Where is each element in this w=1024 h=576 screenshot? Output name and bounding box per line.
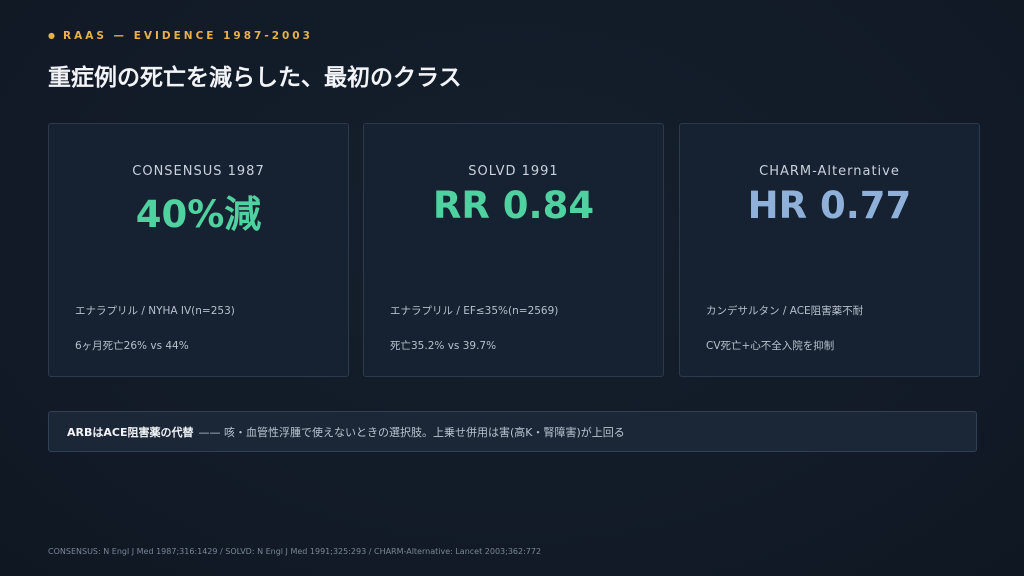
trial-result: CV死亡+心不全入院を抑制 <box>706 340 835 352</box>
slide: ● RAAS — EVIDENCE 1987-2003 重症例の死亡を減らした、最… <box>0 0 1024 576</box>
key-note: ARBはACE阻害薬の代替 —— 咳・血管性浮腫で使えないときの選択肢。上乗せ併用… <box>48 411 977 452</box>
trial-detail: カンデサルタン / ACE阻害薬不耐 <box>706 305 864 317</box>
references-footer: CONSENSUS: N Engl J Med 1987;316:1429 / … <box>48 547 542 556</box>
trial-name: CONSENSUS 1987 <box>132 164 265 179</box>
trial-metric: HR 0.77 <box>747 184 912 227</box>
key-note-heading: ARBはACE阻害薬の代替 <box>67 425 194 439</box>
bullet-dot-icon: ● <box>48 31 58 40</box>
key-note-text: —— 咳・血管性浮腫で使えないときの選択肢。上乗せ併用は害(高K・腎障害)が上回… <box>198 425 625 439</box>
eyebrow: ● RAAS — EVIDENCE 1987-2003 <box>48 30 313 42</box>
trial-result: 死亡35.2% vs 39.7% <box>390 340 497 352</box>
trial-name: CHARM-Alternative <box>759 164 900 179</box>
trial-card-solvd: SOLVD 1991 RR 0.84 エナラプリル / EF≤35%(n=256… <box>363 123 664 377</box>
slide-title: 重症例の死亡を減らした、最初のクラス <box>48 65 462 91</box>
trial-metric: RR 0.84 <box>432 184 595 227</box>
trial-result: 6ヶ月死亡26% vs 44% <box>75 340 189 352</box>
trial-card-charm: CHARM-Alternative HR 0.77 カンデサルタン / ACE阻… <box>679 123 980 377</box>
trial-card-consensus: CONSENSUS 1987 40%減 エナラプリル / NYHA IV(n=2… <box>48 123 349 377</box>
trial-metric: 40%減 <box>135 193 262 236</box>
trial-detail: エナラプリル / EF≤35%(n=2569) <box>390 305 559 317</box>
trial-detail: エナラプリル / NYHA IV(n=253) <box>75 305 235 317</box>
trial-name: SOLVD 1991 <box>468 164 559 179</box>
trial-cards: CONSENSUS 1987 40%減 エナラプリル / NYHA IV(n=2… <box>48 123 980 377</box>
eyebrow-text: RAAS — EVIDENCE 1987-2003 <box>62 30 313 42</box>
